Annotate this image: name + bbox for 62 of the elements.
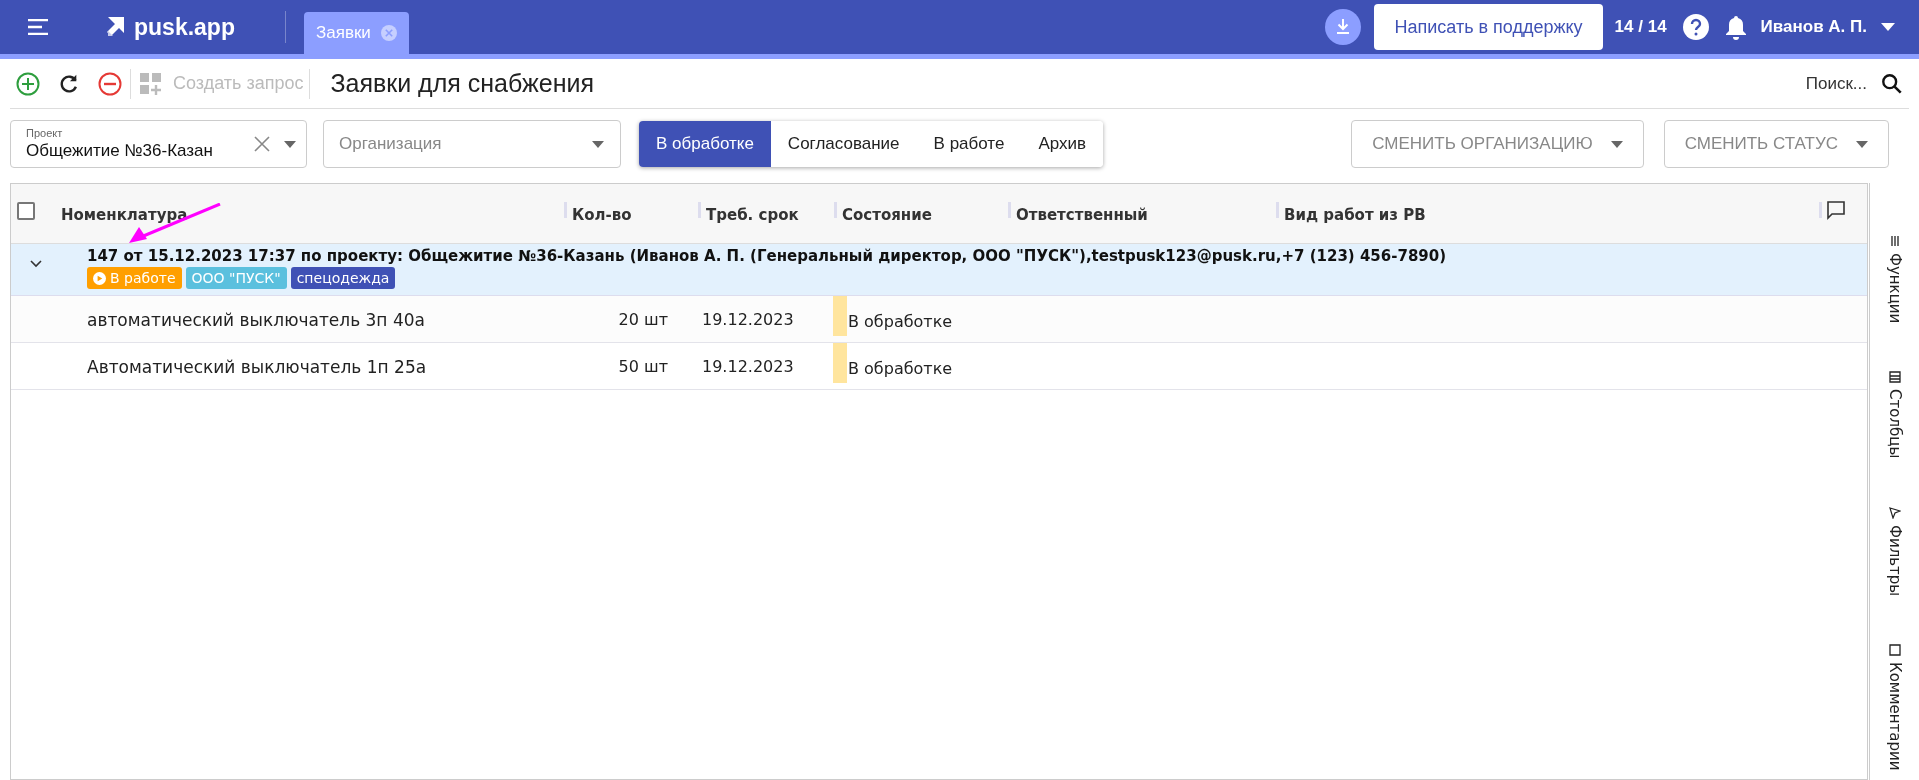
lines-icon[interactable] [1888, 235, 1901, 247]
filter-icon[interactable] [1888, 506, 1901, 519]
caret-icon[interactable] [284, 140, 296, 148]
group-title: 147 от 15.12.2023 17:37 по проекту: Общежитие №36-Казань (Иванов А. П. (Генеральный директор, ООО "ПУСК"),testpusk123@pusk.ru,+7 (123) 456-7890) [87, 246, 1447, 266]
column-header[interactable]: Состояние [842, 204, 932, 227]
select-all-checkbox[interactable] [17, 202, 35, 220]
caret-icon [1856, 140, 1868, 148]
play-icon [93, 271, 106, 285]
add-icon[interactable] [16, 71, 40, 96]
caret-icon[interactable] [592, 140, 604, 148]
remove-icon[interactable] [98, 71, 122, 96]
user-menu[interactable]: Иванов А. П. [1760, 14, 1895, 40]
search-icon[interactable] [1881, 72, 1903, 95]
tag: спецодежда [290, 267, 396, 289]
side-panel-tab[interactable]: Комментарии [1883, 661, 1906, 771]
status-tab[interactable]: Согласование [770, 121, 917, 167]
table-cell-text: автоматический выключатель 3п 40а [87, 309, 425, 332]
field-label: Проект [26, 126, 64, 140]
dropdown-button[interactable]: СМЕНИТЬ СТАТУС [1663, 120, 1889, 168]
table-cell-text: 19.12.2023 [702, 356, 794, 378]
project-select[interactable]: Проект Общежитие №36-Казан [10, 120, 307, 168]
menu-icon[interactable] [28, 19, 48, 35]
status-text: В обработке [848, 358, 953, 380]
status-tab[interactable]: В обработке [639, 121, 771, 167]
tag: ООО "ПУСК" [185, 267, 287, 289]
refresh-icon[interactable] [58, 72, 80, 95]
organization-select[interactable]: Организация [323, 120, 621, 168]
caret-icon[interactable] [1881, 23, 1895, 31]
status-badge: В работе [87, 267, 182, 289]
field-placeholder: Организация [339, 133, 443, 156]
table-cell-text: 50 шт [618, 356, 668, 378]
caret-icon [1610, 140, 1623, 148]
comment-icon[interactable] [1888, 643, 1901, 656]
page-counter: 14 / 14 [1614, 16, 1667, 39]
status-text: В обработке [848, 311, 953, 333]
dropdown-button[interactable]: СМЕНИТЬ ОРГАНИЗАЦИЮ [1351, 120, 1644, 168]
table-cell-text: Автоматический выключатель 1п 25а [87, 356, 427, 379]
column-header[interactable]: Номенклатура [61, 204, 188, 227]
page-title: Заявки для снабжения [330, 67, 594, 99]
status-marker [833, 343, 847, 383]
side-panel-tab[interactable]: Фильтры [1883, 524, 1906, 596]
status-tab[interactable]: Архив [1021, 121, 1104, 167]
column-header[interactable]: Кол-во [572, 204, 632, 227]
support-button[interactable]: Написать в поддержку [1374, 4, 1603, 50]
search-field[interactable]: Поиск... [1805, 70, 1867, 97]
clear-icon[interactable] [254, 136, 270, 152]
table-cell-text: 20 шт [618, 309, 668, 331]
column-header[interactable]: Треб. срок [706, 204, 799, 227]
status-tab[interactable]: В работе [916, 121, 1022, 167]
columns-icon[interactable] [1888, 371, 1901, 384]
field-value: Общежитие №36-Казан [26, 139, 214, 162]
status-marker [833, 296, 847, 336]
comment-icon[interactable] [1826, 200, 1846, 220]
help-icon[interactable] [1682, 14, 1709, 40]
column-header[interactable]: Ответственный [1016, 204, 1148, 227]
side-panel-tab[interactable]: Столбцы [1883, 389, 1906, 459]
logo-text: pusk.app [134, 12, 235, 42]
side-panel-tab[interactable]: Функции [1883, 253, 1906, 324]
column-header[interactable]: Вид работ из РВ [1284, 204, 1426, 227]
table-cell-text: 19.12.2023 [702, 309, 794, 331]
download-icon[interactable] [1325, 9, 1362, 45]
bell-icon[interactable] [1724, 14, 1747, 40]
